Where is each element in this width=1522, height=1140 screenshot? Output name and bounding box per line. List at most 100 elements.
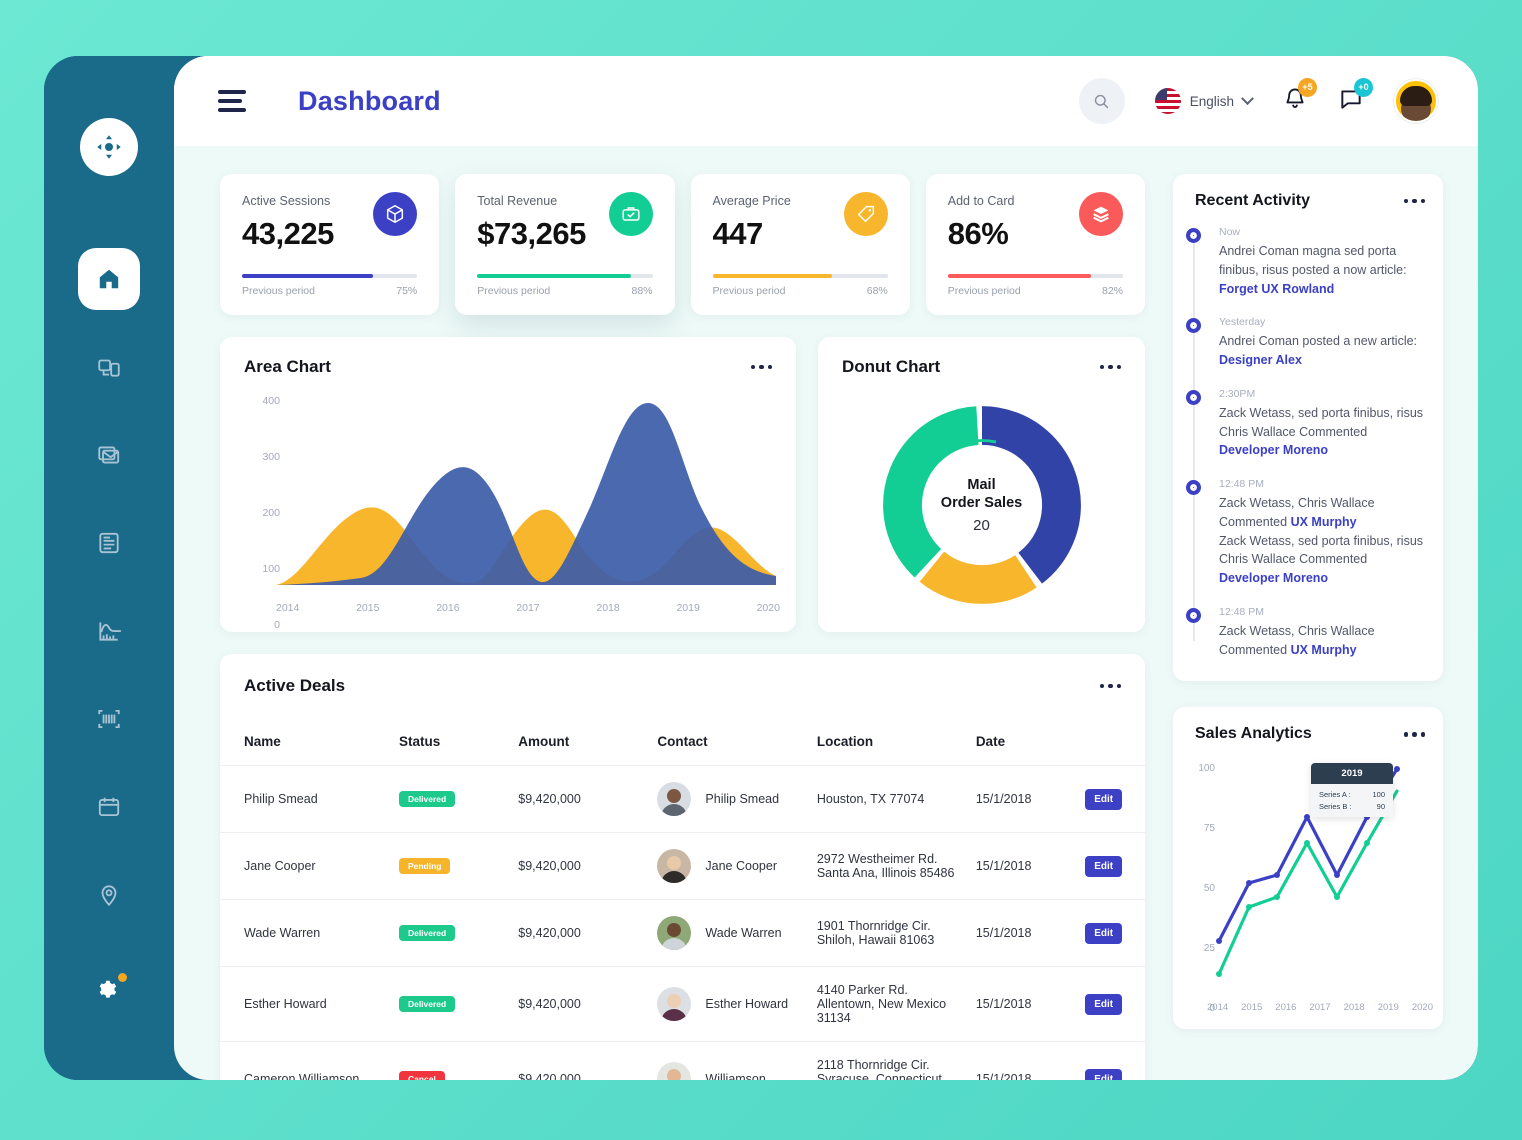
edit-button[interactable]: Edit [1085,922,1123,944]
settings-button[interactable] [89,972,129,1012]
notifications-button[interactable]: +5 [1282,77,1317,117]
message-badge: +0 [1354,77,1373,97]
x-tick: 2014 [276,602,300,614]
cell-date: 15/1/2018 [975,966,1086,1042]
sidebar-item-devices[interactable] [78,336,140,398]
x-tick: 2014 [1207,1002,1229,1014]
list-item[interactable]: Now Andrei Coman magna sed porta finibus… [1186,226,1443,298]
left-column: Active Sessions 43,225 Previous period 7… [220,174,1145,1080]
gear-icon [99,980,117,998]
barcode-icon [98,709,120,729]
contact-name: Wade Warren [705,926,782,940]
list-item[interactable]: 2:30PM Zack Wetass, sed porta finibus, r… [1186,388,1443,460]
cell-actions: Edit [1085,899,1145,967]
cell-amount: $9,420,000 [518,1072,581,1080]
sidebar-item-documents[interactable] [78,512,140,574]
app-window: Dashboard English +5 +0 Active Sessions … [44,56,1478,1080]
avatar [657,782,692,816]
edit-button[interactable]: Edit [1085,993,1123,1015]
cell-name: Wade Warren [220,899,399,967]
donut-center-value: 20 [973,517,990,535]
briefcase-check-icon [608,192,653,236]
cell-contact: Williamson [657,1042,816,1080]
y-tick: 25 [1203,943,1215,955]
sidebar-item-home[interactable] [78,248,140,310]
progress-fill [242,274,374,278]
timeline-dot-icon [1186,389,1201,405]
avatar [657,987,692,1021]
table-row[interactable]: Esther Howard Delivered $9,420,000 Esthe… [220,966,1145,1042]
sales-analytics-card: Sales Analytics 100 75 50 25 0 2019 Seri… [1173,707,1443,1030]
chart-icon [99,622,121,641]
y-tick: 100 [1198,763,1215,775]
tooltip-series-b-value: 90 [1376,802,1385,812]
area-chart-y-axis: 400 300 200 100 0 [240,395,280,631]
table-row[interactable]: Cameron Williamson Cancel $9,420,000 Wil… [220,1042,1145,1080]
edit-button[interactable]: Edit [1085,788,1123,810]
language-label: English [1189,93,1234,109]
list-item[interactable]: Yesterday Andrei Coman posted a new arti… [1186,316,1443,370]
tooltip-year: 2019 [1311,763,1393,785]
sidebar-item-analytics[interactable] [78,600,140,662]
search-button[interactable] [1078,78,1125,124]
more-options-icon[interactable] [1099,364,1121,370]
cell-contact: Philip Smead [657,765,817,833]
flag-us-icon [1154,88,1181,114]
progress-footer: Previous period [242,285,315,297]
activity-link[interactable]: UX Murphy [1291,515,1357,529]
sidebar-item-mail[interactable] [78,424,140,486]
table-header: Name Status Amount Contact Location Date [220,716,1145,766]
activity-link[interactable]: Designer Alex [1219,353,1302,367]
table-row[interactable]: Philip Smead Delivered $9,420,000 Philip… [220,765,1145,833]
more-options-icon[interactable] [1403,198,1425,204]
sales-y-axis: 100 75 50 25 0 [1185,763,1215,1014]
avatar [657,849,692,883]
area-chart-plot [276,403,776,585]
cell-location: 2972 Westheimer Rd. Santa Ana, Illinois … [816,832,976,900]
messages-button[interactable]: +0 [1338,77,1373,117]
x-tick: 2015 [1241,1002,1263,1014]
tag-icon [843,192,888,236]
language-selector[interactable]: English [1154,88,1254,114]
cell-location: Houston, TX 77074 [816,765,976,833]
status-badge: Delivered [398,925,456,941]
cube-icon [373,192,418,236]
cell-name: Cameron Williamson [244,1072,360,1080]
activity-link[interactable]: Developer Moreno [1219,571,1328,585]
main-panel: Dashboard English +5 +0 Active Sessions … [174,56,1478,1080]
cell-date: 15/1/2018 [975,765,1086,833]
more-options-icon[interactable] [1403,732,1425,737]
progress-percent: 68% [866,285,888,297]
status-badge: Pending [398,858,451,874]
sidebar-item-barcode[interactable] [78,688,140,750]
table-row[interactable]: Wade Warren Delivered $9,420,000 Wade Wa… [220,899,1145,967]
settings-notification-dot [118,973,127,982]
activity-link[interactable]: UX Murphy [1291,643,1357,657]
activity-link[interactable]: Forget UX Rowland [1219,282,1334,296]
sidebar-item-location[interactable] [78,864,140,926]
hamburger-icon[interactable] [218,90,246,112]
user-avatar[interactable] [1394,79,1438,123]
list-item[interactable]: 12:48 PM Zack Wetass, Chris Wallace Comm… [1186,606,1443,660]
more-options-icon[interactable] [750,364,772,370]
cell-date: 15/1/2018 [975,1072,1032,1080]
list-item[interactable]: 12:48 PM Zack Wetass, Chris Wallace Comm… [1186,478,1443,588]
table-row[interactable]: Jane Cooper Pending $9,420,000 Jane Coop… [220,832,1145,900]
activity-link[interactable]: Developer Moreno [1219,443,1328,457]
more-options-icon[interactable] [1099,683,1121,689]
charts-row: Area Chart 400 300 200 100 0 2014 2015 2… [220,337,1145,632]
app-logo[interactable] [80,118,138,176]
document-icon [99,532,119,554]
notification-badge: +5 [1298,77,1317,97]
x-tick: 2019 [676,602,700,614]
column-header-contact: Contact [657,716,817,766]
edit-button[interactable]: Edit [1085,855,1123,877]
edit-button[interactable]: Edit [1085,1068,1123,1080]
search-icon [1095,94,1109,108]
donut-chart-card: Donut Chart Mail Order Sales 20 [818,337,1145,632]
x-tick: 2017 [1309,1002,1331,1014]
donut-center-line2: Order Sales [940,495,1023,512]
column-header-name: Name [220,716,399,766]
activity-body: Zack Wetass, sed porta finibus, risus Ch… [1219,405,1424,439]
sidebar-item-calendar[interactable] [78,776,140,838]
